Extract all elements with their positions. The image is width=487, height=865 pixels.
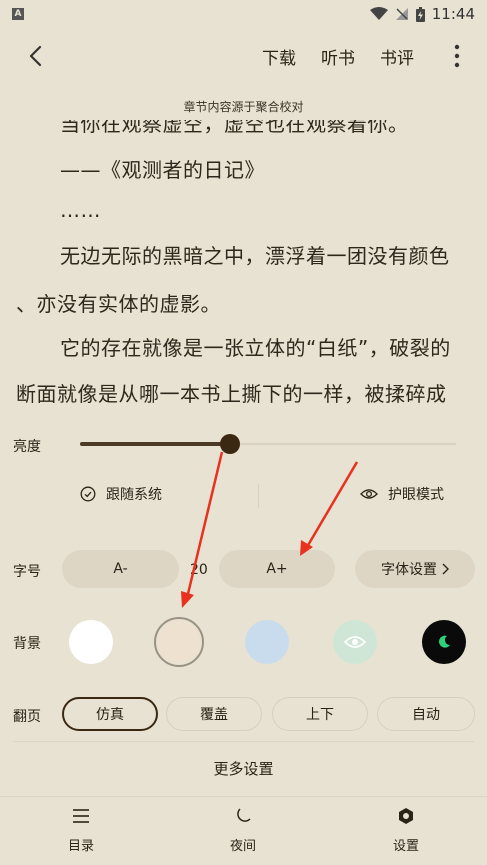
follow-system-label: 跟随系统 [106,487,162,503]
brightness-slider[interactable] [80,434,456,454]
status-bar: A 11:44 [0,0,487,28]
nav-settings-label: 设置 [392,839,419,854]
settings-icon [399,808,413,824]
eye-icon [360,489,378,499]
list-icon [73,809,89,823]
status-icons: 11:44 [369,5,475,23]
listen-button[interactable]: 听书 [321,44,355,69]
page-turn-option-label: 上下 [306,707,334,723]
background-blue-swatch[interactable] [245,620,289,664]
page-turn-option-label: 自动 [412,707,440,723]
font-size-label: 字号 [13,564,41,580]
follow-system-toggle[interactable]: 跟随系统 [80,484,162,504]
background-beige-swatch[interactable] [154,617,204,667]
background-label: 背景 [13,636,41,652]
nav-settings[interactable]: 设置 [366,807,446,854]
more-settings-button[interactable]: 更多设置 [0,758,487,779]
page-turn-simulation-option[interactable]: 仿真 [62,697,158,731]
background-night-swatch[interactable] [422,620,466,664]
page-turn-scroll-option[interactable]: 上下 [272,697,368,731]
app-badge-icon: A [12,8,24,20]
nav-night-label: 夜间 [229,839,256,854]
back-icon[interactable] [24,44,48,68]
font-decrease-label: A- [113,561,128,577]
no-signal-icon [395,8,408,20]
divider [258,484,259,508]
reader-line: 断面就像是从哪一本书上撕下的一样，被揉碎成 [16,382,447,406]
brightness-label: 亮度 [13,439,41,455]
font-size-value: 20 [190,562,208,578]
eye-care-toggle[interactable]: 护眼模式 [360,484,444,504]
chevron-right-icon [442,563,449,575]
font-decrease-button[interactable]: A- [62,550,179,588]
reader-line: 无边无际的黑暗之中，漂浮着一团没有颜色 [60,244,450,268]
font-settings-button[interactable]: 字体设置 [355,550,475,588]
eye-icon [344,636,366,648]
download-button[interactable]: 下载 [262,44,296,69]
reader-line: 、亦没有实体的虚影。 [16,292,221,316]
page-turn-option-label: 仿真 [96,707,124,723]
reader-line: 当你在观察虚空，虚空也在观察着你。 [60,112,409,136]
moon-icon [237,808,251,822]
review-button[interactable]: 书评 [380,44,414,69]
nav-toc[interactable]: 目录 [41,807,121,854]
moon-icon [439,635,450,648]
divider [13,741,474,742]
wifi-icon [369,7,388,20]
reader-content[interactable]: 当你在观察虚空，虚空也在观察着你。 ——《观测者的日记》 …… 无边无际的黑暗之… [0,112,487,412]
font-settings-label: 字体设置 [381,562,437,578]
check-circle-icon [80,486,96,502]
reader-line: ——《观测者的日记》 [60,158,265,182]
brightness-fill [80,442,231,446]
nav-night[interactable]: 夜间 [203,807,283,854]
top-bar: 下载 听书 书评 [0,28,487,86]
page-turn-cover-option[interactable]: 覆盖 [166,697,262,731]
page-turn-label: 翻页 [13,709,41,725]
bottom-nav: 目录 夜间 设置 [0,796,487,865]
background-white-swatch[interactable] [69,620,113,664]
font-increase-button[interactable]: A+ [219,550,335,588]
brightness-thumb[interactable] [220,434,241,454]
font-increase-label: A+ [266,561,288,577]
battery-icon [415,6,425,22]
background-green-swatch[interactable] [333,620,377,664]
clock: 11:44 [431,5,475,23]
reader-line: 它的存在就像是一张立体的“白纸”，破裂的 [60,336,451,360]
reader-line: …… [60,198,101,222]
eye-care-label: 护眼模式 [388,487,444,503]
page-turn-option-label: 覆盖 [200,707,228,723]
page-turn-auto-option[interactable]: 自动 [377,697,475,731]
nav-toc-label: 目录 [67,839,94,854]
more-vert-icon[interactable] [448,42,466,70]
